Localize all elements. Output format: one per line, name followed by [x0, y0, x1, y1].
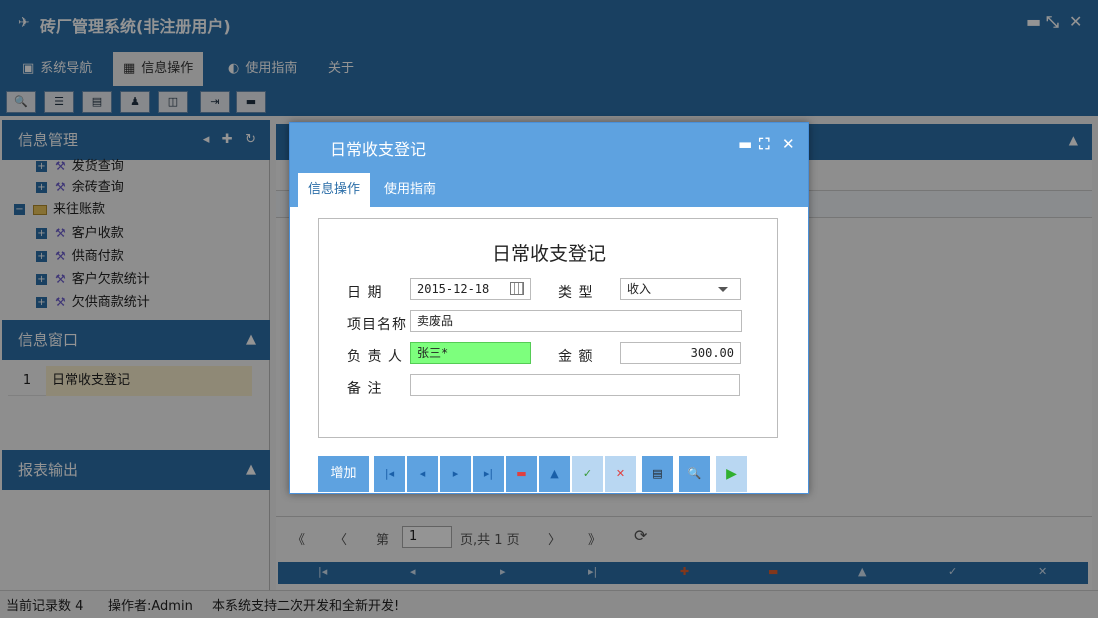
prev-record-button[interactable]: ◂	[407, 456, 439, 492]
note-label: 备 注	[347, 381, 383, 397]
save-button[interactable]: ✓	[572, 456, 604, 492]
item-name-field[interactable]: 卖废品	[410, 310, 742, 332]
type-value: 收入	[627, 282, 652, 296]
calendar-icon[interactable]	[510, 282, 524, 295]
dialog-tabs: 信息操作 使用指南	[290, 171, 808, 207]
date-label: 日 期	[347, 285, 383, 301]
dialog-maximize-button[interactable]: ⛶	[759, 135, 770, 153]
person-field[interactable]: 张三*	[410, 342, 531, 364]
chevron-down-icon	[718, 287, 728, 292]
add-button[interactable]: 增加	[318, 456, 370, 492]
note-field[interactable]	[410, 374, 740, 396]
last-record-button[interactable]: ▸|	[473, 456, 505, 492]
dialog-header: 日常收支登记 ▬ ⛶ ✕	[290, 123, 808, 171]
type-select[interactable]: 收入	[620, 278, 741, 300]
first-record-button[interactable]: |◂	[374, 456, 406, 492]
dialog-tab-info[interactable]: 信息操作	[298, 173, 371, 207]
type-label: 类 型	[558, 285, 594, 301]
dialog-tab-guide[interactable]: 使用指南	[374, 173, 446, 207]
entry-form: 日常收支登记 日 期 2015-12-18 类 型 收入 项目名称 卖废品 负 …	[318, 218, 778, 438]
amount-label: 金 额	[558, 349, 594, 365]
delete-button[interactable]: ▬	[506, 456, 538, 492]
dialog-minimize-button[interactable]: ▬	[738, 135, 752, 153]
dialog-title: 日常收支登记	[330, 140, 427, 159]
preview-button[interactable]: 🔍	[679, 456, 711, 492]
item-name-label: 项目名称	[347, 317, 407, 333]
next-record-button[interactable]: ▸	[440, 456, 472, 492]
print-button[interactable]: ▤	[642, 456, 674, 492]
date-value: 2015-12-18	[417, 282, 490, 296]
daily-income-dialog: 日常收支登记 ▬ ⛶ ✕ 信息操作 使用指南 日常收支登记 日 期 2015-1…	[289, 122, 809, 494]
dialog-close-button[interactable]: ✕	[782, 135, 795, 153]
play-button[interactable]: ▶	[716, 456, 748, 492]
amount-field[interactable]: 300.00	[620, 342, 741, 364]
person-label: 负 责 人	[347, 349, 403, 365]
form-title: 日常收支登记	[491, 243, 606, 265]
cancel-button[interactable]: ✕	[605, 456, 637, 492]
edit-button[interactable]: ▲	[539, 456, 571, 492]
date-field[interactable]: 2015-12-18	[410, 278, 531, 300]
